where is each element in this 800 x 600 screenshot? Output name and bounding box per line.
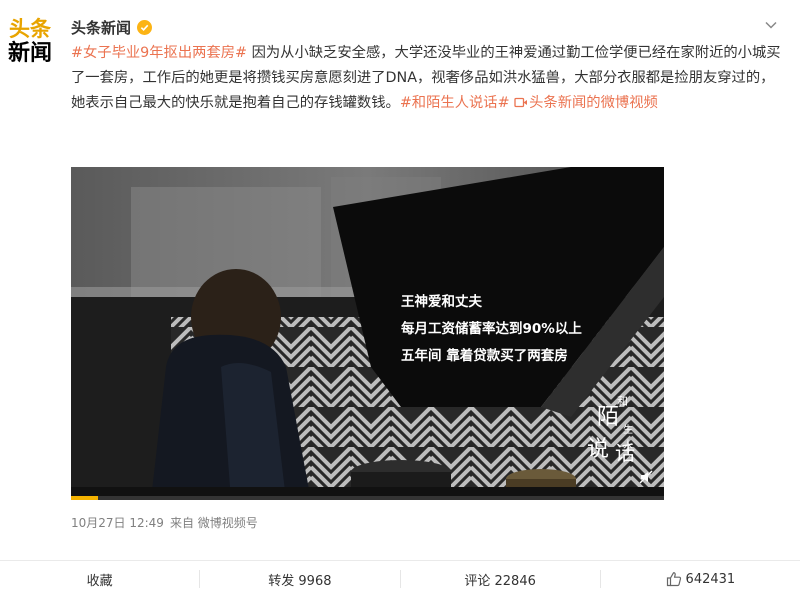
author-name[interactable]: 头条新闻 — [71, 17, 131, 38]
action-bar: 收藏 转发 9968 评论 22846 642431 — [0, 560, 800, 597]
watermark-char-4: 说 — [587, 437, 610, 462]
verified-icon — [137, 19, 153, 35]
avatar-line2: 新闻 — [7, 41, 52, 66]
favorite-button[interactable]: 收藏 — [0, 570, 201, 589]
repost-button[interactable]: 转发 9968 — [200, 570, 401, 589]
video-progress-bar[interactable] — [71, 496, 664, 500]
post-source[interactable]: 来自 微博视频号 — [170, 514, 258, 531]
comment-label: 评论 22846 — [464, 573, 536, 589]
author-row: 头条新闻 — [71, 16, 153, 38]
post-time[interactable]: 10月27日 12:49 — [71, 514, 164, 531]
video-icon — [514, 97, 528, 108]
video-source-link[interactable]: 头条新闻的微博视频 — [514, 95, 658, 111]
thumbs-up-icon — [666, 572, 681, 587]
caption-line-2: 每月工资储蓄率达到90%以上 — [401, 321, 582, 337]
caption-line-3: 五年间 靠着贷款买了两套房 — [401, 348, 568, 364]
mute-icon[interactable] — [639, 470, 653, 484]
repost-label: 转发 9968 — [268, 573, 332, 589]
post-meta: 10月27日 12:49 来自 微博视频号 — [71, 514, 258, 531]
hashtag-link-2[interactable]: #和陌生人说话# — [400, 95, 510, 111]
hashtag-link[interactable]: #女子毕业9年抠出两套房# — [71, 45, 247, 61]
watermark-char-2: 陌 — [597, 405, 620, 430]
avatar[interactable]: 头条 新闻 — [5, 13, 55, 71]
post-text: #女子毕业9年抠出两套房# 因为从小缺乏安全感，大学还没毕业的王神爱通过勤工俭学… — [71, 41, 787, 116]
favorite-label: 收藏 — [86, 573, 113, 589]
watermark-char-5: 话 — [615, 441, 635, 465]
comment-button[interactable]: 评论 22846 — [401, 570, 601, 589]
like-count: 642431 — [685, 571, 736, 587]
avatar-line1: 头条 — [9, 17, 51, 41]
video-progress-fill — [71, 496, 98, 500]
like-button[interactable]: 642431 — [601, 570, 800, 588]
video-caption: 王神爱和丈夫 每月工资储蓄率达到90%以上 五年间 靠着贷款买了两套房 — [401, 289, 582, 370]
video-link-label: 头条新闻的微博视频 — [529, 95, 658, 111]
video-player[interactable]: 王神爱和丈夫 每月工资储蓄率达到90%以上 五年间 靠着贷款买了两套房 和 陌 … — [71, 167, 664, 500]
chevron-down-icon[interactable] — [764, 18, 778, 32]
caption-line-1: 王神爱和丈夫 — [401, 294, 482, 310]
